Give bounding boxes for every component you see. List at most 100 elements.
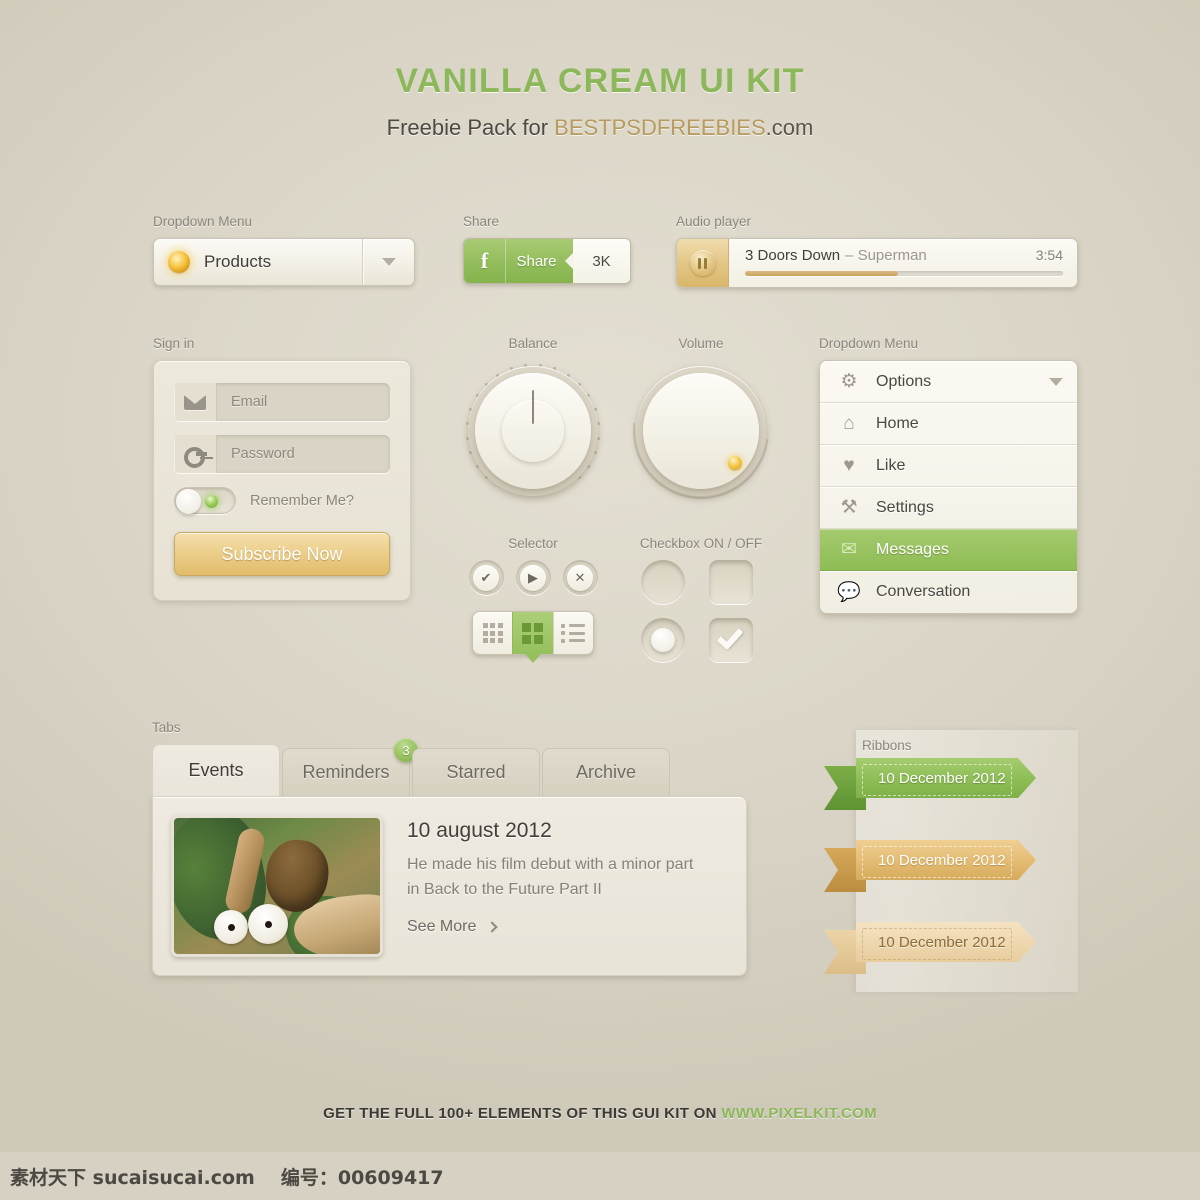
close-icon: ✕	[567, 564, 593, 591]
facebook-icon[interactable]: f	[464, 239, 506, 283]
key-icon	[174, 435, 217, 473]
dropdown-toggle-button[interactable]	[362, 239, 414, 285]
tab-label: Reminders	[302, 762, 390, 782]
menu-item-label: Conversation	[876, 583, 971, 600]
signin-caption: Sign in	[153, 336, 195, 351]
tab-events[interactable]: Events	[152, 744, 280, 796]
email-input[interactable]: Email	[217, 383, 390, 421]
share-section: Share f Share 3K	[463, 214, 631, 284]
play-icon: ▶	[520, 564, 546, 591]
menu-item-label: Home	[876, 414, 919, 432]
pause-icon	[689, 250, 716, 276]
watermark-site-cn: 素材天下	[10, 1166, 87, 1189]
balance-knob[interactable]	[462, 360, 604, 502]
menu-item-label: Like	[876, 456, 906, 474]
audio-progress-track[interactable]	[745, 271, 1063, 276]
tab-starred[interactable]: Starred	[412, 748, 540, 796]
menu-item-messages[interactable]: ✉ Messages	[820, 529, 1077, 571]
audio-separator: –	[845, 247, 854, 264]
close-button[interactable]: ✕	[562, 560, 598, 595]
products-dropdown[interactable]: Products	[153, 238, 415, 286]
checkbox-section: Checkbox ON / OFF	[630, 536, 772, 662]
check-icon	[716, 622, 744, 651]
selector-buttons: ✔ ▶ ✕	[462, 560, 604, 595]
menu-item-settings[interactable]: ⚒ Settings	[820, 487, 1077, 529]
share-widget[interactable]: f Share 3K	[463, 238, 631, 284]
event-description: He made his film debut with a minor part…	[407, 856, 694, 898]
balance-section: Balance	[462, 336, 604, 502]
event-thumbnail	[171, 815, 383, 957]
checkbox-off[interactable]	[709, 560, 753, 604]
segment-list[interactable]	[552, 612, 593, 654]
dropdown-list-caption: Dropdown Menu	[819, 336, 919, 351]
footer-promo: GET THE FULL 100+ ELEMENTS OF THIS GUI K…	[0, 1105, 1200, 1122]
menu-item-options[interactable]: ⚙ Options	[820, 361, 1077, 403]
view-mode-segmented-control	[472, 611, 594, 663]
event-details: 10 august 2012 He made his film debut wi…	[407, 815, 728, 957]
menu-item-home[interactable]: ⌂ Home	[820, 403, 1077, 445]
dropdown-menu-caption: Dropdown Menu	[153, 214, 253, 229]
radio-on[interactable]	[641, 618, 685, 662]
subscribe-button[interactable]: Subscribe Now	[174, 532, 390, 576]
signin-card: Email Password Remember Me? Subscribe No…	[153, 360, 411, 601]
dropdown-list-section: Dropdown Menu ⚙ Options ⌂ Home ♥ Like ⚒ …	[819, 336, 1078, 614]
segment-grid-large[interactable]	[512, 612, 553, 663]
volume-section: Volume	[605, 335, 797, 527]
remember-me-toggle[interactable]	[174, 487, 236, 514]
dropdown-list: ⚙ Options ⌂ Home ♥ Like ⚒ Settings ✉ Mes…	[819, 360, 1078, 614]
password-field[interactable]: Password	[174, 435, 390, 473]
tab-archive[interactable]: Archive	[542, 748, 670, 796]
page-subtitle: Freebie Pack for BESTPSDFREEBIES.com	[0, 115, 1200, 141]
toggle-led-icon	[205, 495, 218, 508]
menu-item-conversation[interactable]: 💬 Conversation	[820, 571, 1077, 613]
balance-caption: Balance	[508, 336, 558, 351]
chevron-down-icon[interactable]	[1049, 377, 1063, 386]
ribbon-label-wrap: 10 December 2012	[856, 840, 1036, 880]
checkbox-on[interactable]	[709, 618, 753, 662]
email-field[interactable]: Email	[174, 383, 390, 421]
menu-item-label: Settings	[876, 498, 934, 516]
ribbon-cream[interactable]: 10 December 2012	[824, 926, 1036, 974]
share-count: 3K	[573, 239, 630, 283]
ribbons-section: Ribbons 10 December 2012 10 December 201…	[818, 730, 1078, 1008]
tabs-row: Events Reminders 3 Starred Archive	[152, 738, 747, 796]
products-dropdown-value: Products	[204, 252, 272, 271]
footer-url[interactable]: WWW.PIXELKIT.COM	[721, 1105, 877, 1122]
toggle-knob[interactable]	[176, 489, 201, 514]
grid-large-icon	[522, 622, 544, 644]
play-button[interactable]: ▶	[515, 560, 551, 595]
tab-reminders[interactable]: Reminders 3	[282, 738, 418, 796]
volume-knob[interactable]	[605, 335, 797, 527]
ribbon-label: 10 December 2012	[878, 851, 1006, 869]
menu-item-like[interactable]: ♥ Like	[820, 445, 1077, 487]
ui-kit-stage: VANILLA CREAM UI KIT Freebie Pack for BE…	[0, 0, 1200, 1200]
dropdown-menu-section: Dropdown Menu Products	[153, 214, 415, 286]
ribbon-green[interactable]: 10 December 2012	[824, 762, 1036, 810]
footer-text: GET THE FULL 100+ ELEMENTS OF THIS GUI K…	[323, 1105, 722, 1122]
radio-off[interactable]	[641, 560, 685, 604]
wrench-icon: ⚒	[840, 497, 858, 518]
volume-indicator-dot	[728, 456, 742, 470]
radio-dot-icon	[651, 628, 675, 652]
password-input[interactable]: Password	[217, 435, 390, 473]
check-button[interactable]: ✔	[468, 560, 504, 595]
remember-me-label: Remember Me?	[250, 492, 354, 509]
ribbons-caption: Ribbons	[862, 738, 912, 753]
grid-small-icon	[482, 623, 503, 643]
event-date: 10 august 2012	[407, 819, 552, 842]
audio-track-row: 3 Doors Down – Superman 3:54	[745, 247, 1063, 264]
audio-artist: 3 Doors Down	[745, 247, 841, 264]
remember-me-row: Remember Me?	[174, 487, 390, 514]
segment-grid-small[interactable]	[473, 612, 512, 654]
share-button[interactable]: Share	[506, 239, 573, 283]
knob-pointer-indicator	[532, 390, 534, 424]
pause-button[interactable]	[677, 239, 729, 287]
see-more-link[interactable]: See More	[407, 918, 728, 936]
gear-icon: ⚙	[840, 371, 858, 392]
tabs-section: Tabs Events Reminders 3 Starred Archive …	[152, 720, 747, 976]
watermark-bar: 素材天下 sucaisucai.com 编号：00609417	[0, 1152, 1200, 1200]
volume-caption: Volume	[678, 336, 724, 351]
audio-player-section: Audio player 3 Doors Down – Superman 3:5…	[676, 214, 1078, 288]
ribbon-gold[interactable]: 10 December 2012	[824, 844, 1036, 892]
speech-bubble-icon: 💬	[837, 581, 861, 603]
